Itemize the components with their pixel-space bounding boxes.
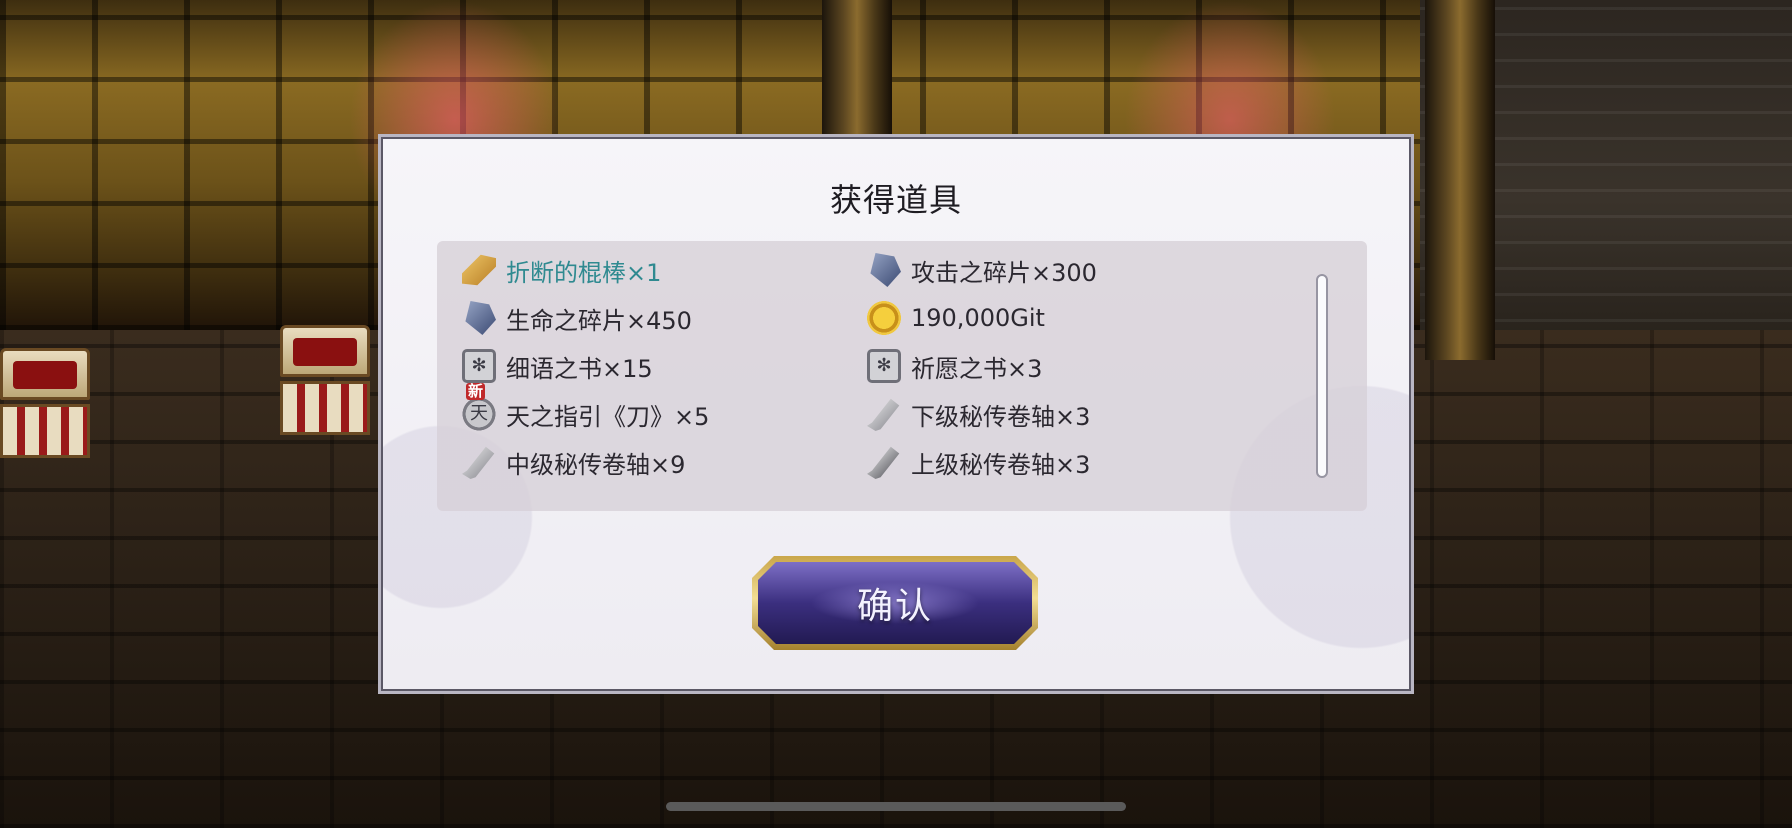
item-label: 下级秘传卷轴×3	[911, 402, 1091, 431]
item-high-scroll: 上级秘传卷轴×3	[867, 444, 1090, 480]
item-label: 190,000Git	[911, 304, 1045, 332]
dialog-title: 获得道具	[829, 181, 962, 219]
book-icon	[462, 349, 496, 383]
attack-shard-icon	[870, 253, 901, 287]
item-label: 折断的棍棒×1	[506, 258, 662, 287]
book-icon	[867, 349, 901, 383]
item-broken-stick: 折断的棍棒×1	[462, 252, 661, 288]
item-heaven-guide: 新 天之指引《刀》×5	[462, 383, 710, 432]
item-label: 中级秘传卷轴×9	[506, 450, 686, 479]
life-shard-icon	[465, 301, 496, 335]
item-wish-book: 祈愿之书×3	[867, 348, 1042, 384]
item-label: 祈愿之书×3	[911, 354, 1043, 383]
gold-coin-icon	[867, 301, 901, 335]
treasure-chest	[280, 325, 370, 435]
stone-pillar	[1425, 0, 1495, 360]
scroll-icon	[867, 446, 900, 479]
confirm-button-face[interactable]: 确认	[758, 562, 1032, 644]
item-label: 生命之碎片×450	[506, 306, 692, 335]
item-label: 攻击之碎片×300	[911, 258, 1097, 287]
home-indicator[interactable]	[666, 802, 1126, 811]
item-whisper-book: 细语之书×15	[462, 348, 653, 384]
scroll-icon	[462, 446, 495, 479]
item-life-shard: 生命之碎片×450	[462, 300, 692, 336]
confirm-label: 确认	[856, 586, 933, 627]
treasure-chest	[0, 348, 90, 458]
item-list-scrollbar[interactable]	[1316, 274, 1328, 478]
heaven-guide-icon: 新	[462, 383, 496, 431]
confirm-button[interactable]: 确认	[752, 556, 1038, 650]
item-label: 细语之书×15	[506, 354, 653, 383]
item-mid-scroll: 中级秘传卷轴×9	[462, 444, 685, 480]
item-label: 上级秘传卷轴×3	[911, 450, 1091, 479]
new-badge: 新	[466, 382, 486, 400]
item-low-scroll: 下级秘传卷轴×3	[867, 396, 1090, 432]
item-attack-shard: 攻击之碎片×300	[867, 252, 1097, 288]
item-label: 天之指引《刀》×5	[506, 402, 710, 431]
scroll-icon	[867, 398, 900, 431]
broken-stick-icon	[462, 254, 496, 286]
item-gold: 190,000Git	[867, 300, 1045, 336]
